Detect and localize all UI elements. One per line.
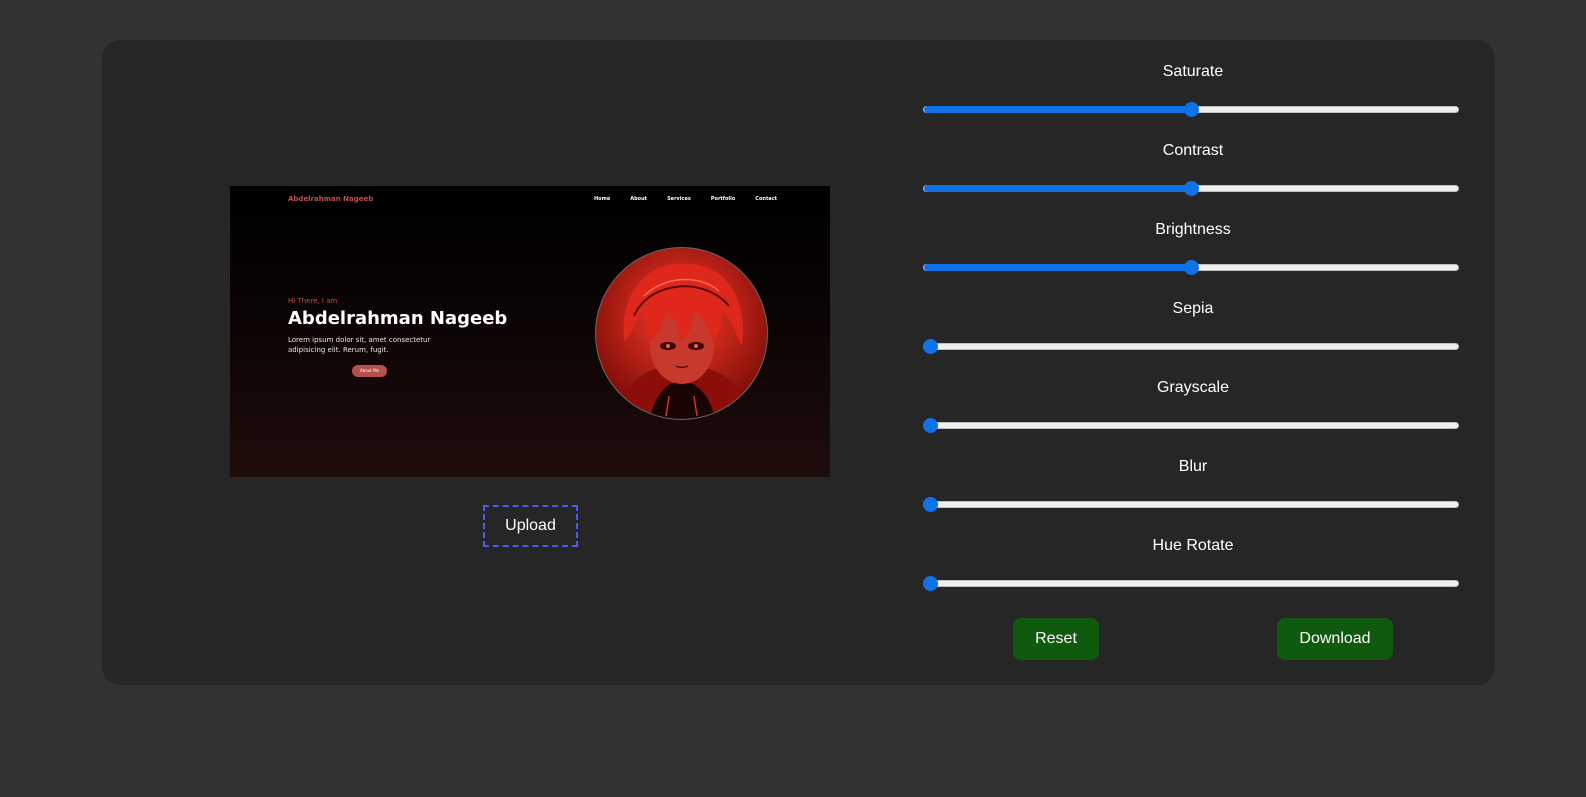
grayscale-slider-track[interactable] xyxy=(923,422,1459,429)
saturate-slider-thumb[interactable] xyxy=(1184,102,1199,117)
sepia-control: Sepia xyxy=(923,294,1463,373)
contrast-slider-fill xyxy=(924,185,1192,192)
preview-brand: Abdelrahman Nageeb xyxy=(288,195,374,203)
blur-slider-thumb[interactable] xyxy=(923,497,938,512)
preview-greeting: Hi There, I am xyxy=(288,297,338,305)
hue-rotate-slider-track[interactable] xyxy=(923,580,1459,587)
grayscale-label: Grayscale xyxy=(1156,379,1230,396)
preview-description: Lorem ipsum dolor sit, amet consectetur … xyxy=(288,336,431,354)
blur-label: Blur xyxy=(1178,458,1208,475)
preview-nav-item: Contact xyxy=(755,196,778,202)
preview-nav-item: Home xyxy=(594,196,611,202)
sepia-slider-track[interactable] xyxy=(923,343,1459,350)
grayscale-control: Grayscale xyxy=(923,373,1463,452)
brightness-slider-thumb[interactable] xyxy=(1184,260,1199,275)
contrast-label: Contrast xyxy=(1162,142,1224,159)
preview-nav-item: Portfolio xyxy=(710,196,736,202)
image-preview: Abdelrahman Nageeb Home About Services P… xyxy=(230,186,830,477)
brightness-slider-fill xyxy=(924,264,1192,271)
brightness-label: Brightness xyxy=(1155,221,1231,238)
brightness-control: Brightness xyxy=(923,215,1463,294)
blur-slider-track[interactable] xyxy=(923,501,1459,508)
grayscale-slider-thumb[interactable] xyxy=(923,418,938,433)
download-button[interactable]: Download xyxy=(1277,618,1393,660)
hue-rotate-label: Hue Rotate xyxy=(1152,537,1234,554)
preview-name: Abdelrahman Nageeb xyxy=(288,308,508,329)
sepia-label: Sepia xyxy=(1172,300,1214,317)
saturate-control: Saturate xyxy=(923,57,1463,136)
saturate-label: Saturate xyxy=(1162,63,1224,80)
preview-nav-item: About xyxy=(630,196,648,202)
saturate-slider-fill xyxy=(924,106,1192,113)
editor-card: Abdelrahman Nageeb Home About Services P… xyxy=(102,40,1495,685)
blur-control: Blur xyxy=(923,452,1463,531)
sepia-slider-thumb[interactable] xyxy=(923,339,938,354)
contrast-control: Contrast xyxy=(923,136,1463,215)
hue-rotate-control: Hue Rotate xyxy=(923,531,1463,610)
preview-about-button: About Me xyxy=(352,365,387,377)
hue-rotate-slider-thumb[interactable] xyxy=(923,576,938,591)
anime-portrait-icon xyxy=(595,247,768,420)
filter-controls: Saturate Contrast Brightness Sepia Grays… xyxy=(923,57,1463,610)
upload-button[interactable]: Upload xyxy=(483,505,578,547)
preview-nav: Home About Services Portfolio Contact xyxy=(594,196,797,202)
reset-button[interactable]: Reset xyxy=(1013,618,1099,660)
contrast-slider-thumb[interactable] xyxy=(1184,181,1199,196)
preview-nav-item: Services xyxy=(667,196,691,202)
